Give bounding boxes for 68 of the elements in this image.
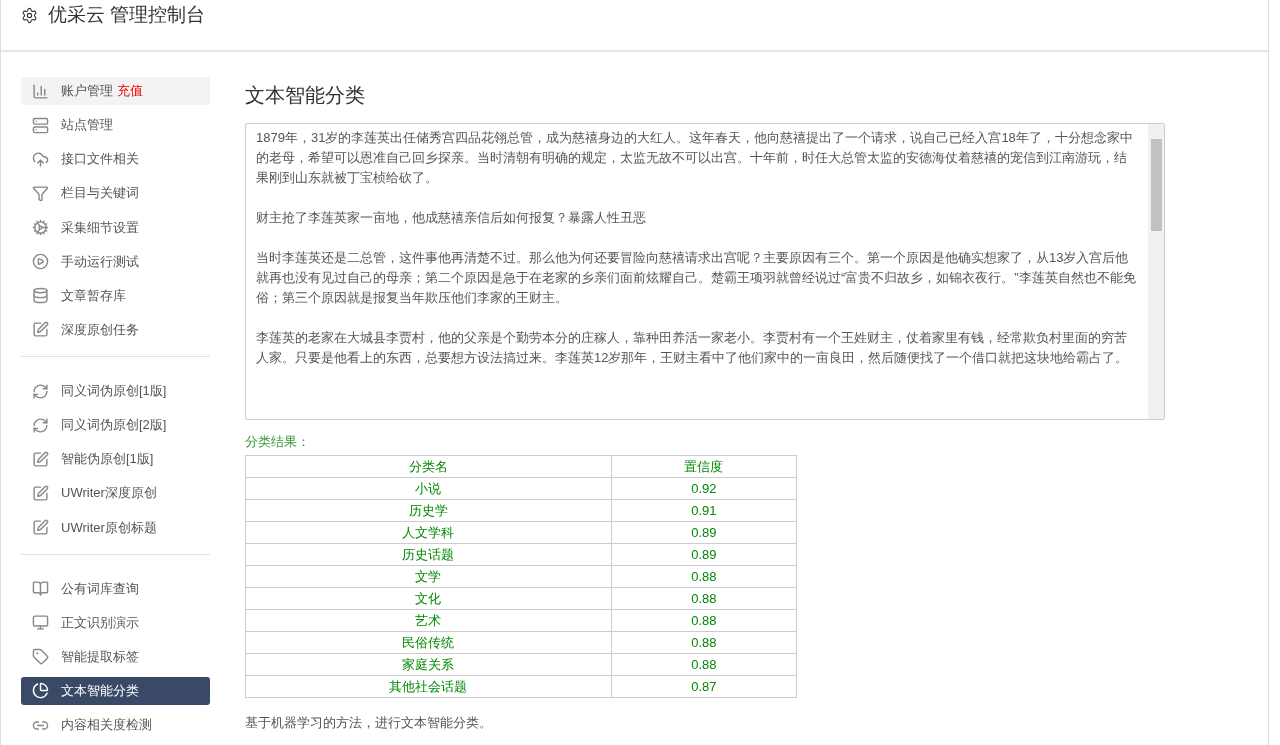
edit-icon — [32, 321, 49, 339]
monitor-icon — [32, 614, 49, 632]
refresh-icon — [32, 416, 49, 434]
sidebar-item[interactable]: 账户管理 充值 — [21, 77, 210, 106]
table-cell: 历史话题 — [245, 543, 612, 566]
sidebar-item[interactable]: 手动运行测试 — [21, 247, 210, 276]
sidebar-item[interactable]: 接口文件相关 — [21, 145, 210, 174]
sidebar-item[interactable]: 智能伪原创[1版] — [21, 445, 210, 474]
sidebar-item[interactable]: 内容相关度检测 — [21, 711, 210, 740]
play-icon — [32, 253, 49, 271]
table-cell: 0.92 — [611, 477, 797, 500]
table-cell: 0.89 — [611, 521, 797, 544]
page-title: 文本智能分类 — [245, 83, 366, 108]
tag-icon — [32, 648, 49, 666]
server-icon — [32, 116, 49, 134]
pie-chart-icon — [32, 682, 49, 700]
table-cell: 人文学科 — [245, 521, 612, 544]
table-cell: 0.88 — [611, 653, 797, 676]
sidebar-item[interactable]: UWriter原创标题 — [21, 513, 210, 542]
edit-icon — [32, 450, 49, 468]
app-title: 优采云 管理控制台 — [48, 3, 206, 27]
paragraph: 李莲英的老家在大城县李贾村，他的父亲是个勤劳本分的庄稼人，靠种田养活一家老小。李贾村有一个王姓财主，仗着家里有钱，经常欺负村里面的穷苦人家。只要是他看上的东西，总要想方设法搞过来。李莲英12岁那年，王财主看中了他们家中的一亩良田，然后随便找了一个借口就把这块地给霸占了。 — [256, 329, 1130, 367]
sidebar-item[interactable]: 站点管理 — [21, 111, 210, 140]
description-text: 基于机器学习的方法，进行文本智能分类。 — [245, 714, 493, 732]
edit-icon — [32, 484, 49, 502]
sidebar-item[interactable]: 文章暂存库 — [21, 281, 210, 310]
gears-icon — [32, 219, 49, 237]
table-cell: 0.91 — [611, 499, 797, 522]
sidebar-item[interactable]: UWriter深度原创 — [21, 479, 210, 508]
filter-icon — [32, 184, 49, 202]
table-cell: 小说 — [245, 477, 612, 500]
column-header: 置信度 — [611, 455, 797, 478]
table-cell: 0.88 — [611, 609, 797, 632]
table-cell: 历史学 — [245, 499, 612, 522]
table-cell: 0.89 — [611, 543, 797, 566]
result-label: 分类结果： — [245, 433, 311, 451]
column-header: 分类名 — [245, 455, 612, 478]
paragraph: 财主抢了李莲英家一亩地，他成慈禧亲信后如何报复？暴露人性丑恶 — [256, 209, 647, 227]
table-cell: 艺术 — [245, 609, 612, 632]
paragraph: 当时李莲英还是二总管，这件事他再清楚不过。那么他为何还要冒险向慈禧请求出宫呢？主要原因有三个。第一个原因是他确实想家了，从13岁入宫后他就再也没有见过自己的母亲；第二个原因是急于在老家的乡亲们面前炫耀自己。楚霸王项羽就曾经说过“富贵不归故乡，如锦衣夜行。”李莲英自然也不能免俗；第三个原因就是报复当年欺压他们李家的王财主。 — [256, 249, 1137, 307]
sidebar-item[interactable]: 文本智能分类 — [21, 676, 210, 705]
sidebar-item[interactable]: 正文识别演示 — [21, 608, 210, 637]
sidebar-item[interactable]: 栏目与关键词 — [21, 179, 210, 208]
sidebar-item[interactable]: 同义词伪原创[2版] — [21, 411, 210, 440]
table-cell: 其他社会话题 — [245, 675, 612, 698]
refresh-icon — [32, 382, 49, 400]
sidebar-item[interactable]: 采集细节设置 — [21, 213, 210, 242]
table-cell: 0.88 — [611, 631, 797, 654]
database-icon — [32, 287, 49, 305]
scrollbar[interactable] — [1148, 124, 1164, 419]
table-cell: 民俗传统 — [245, 631, 612, 654]
table-cell: 文学 — [245, 565, 612, 588]
table-cell: 文化 — [245, 587, 612, 610]
book-icon — [32, 580, 49, 598]
table-cell: 0.88 — [611, 565, 797, 588]
sidebar-item[interactable]: 深度原创任务 — [21, 315, 210, 344]
sidebar-item[interactable]: 同义词伪原创[1版] — [21, 376, 210, 406]
text-area[interactable] — [245, 123, 1165, 420]
settings-icon — [21, 6, 38, 24]
table-cell: 家庭关系 — [245, 653, 612, 676]
table-cell: 0.87 — [611, 675, 797, 698]
table-cell: 0.88 — [611, 587, 797, 610]
sidebar-item[interactable]: 公有词库查询 — [21, 574, 210, 603]
cloud-upload-icon — [32, 150, 49, 168]
sidebar-item[interactable]: 智能提取标签 — [21, 642, 210, 671]
paragraph: 1879年，31岁的李莲英出任储秀宫四品花翎总管，成为慈禧身边的大红人。这年春天，他向慈禧提出了一个请求，说自己已经入宫18年了，十分想念家中的老母，希望可以恩准自己回乡探亲。当时清朝有明确的规定，太监无故不可以出宫。十年前，时任大总管太监的安德海仗着慈禧的宠信到江南游玩，结果刚到山东就被丁宝桢给砍了。 — [256, 129, 1134, 187]
edit-icon — [32, 519, 49, 536]
bar-chart-icon — [32, 82, 49, 100]
